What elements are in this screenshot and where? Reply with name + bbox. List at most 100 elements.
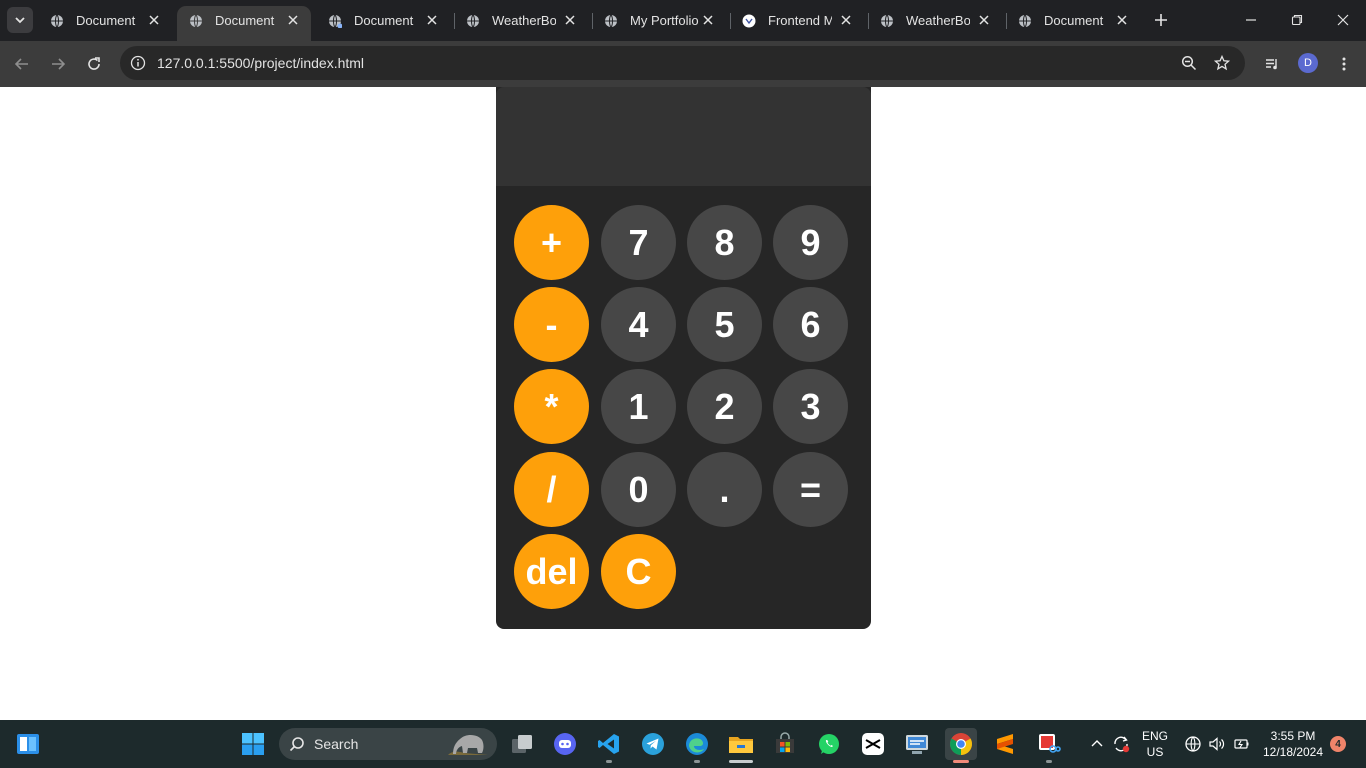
forward-button[interactable] (46, 52, 70, 76)
close-tab-button[interactable] (285, 12, 301, 28)
eight-key[interactable]: 8 (687, 205, 762, 280)
running-indicator (606, 760, 612, 763)
media-controls-button[interactable] (1260, 52, 1284, 76)
bookmark-button[interactable] (1212, 53, 1232, 73)
browser-menu-button[interactable] (1332, 52, 1356, 76)
five-key[interactable]: 5 (687, 287, 762, 362)
whatsapp-app-button[interactable] (813, 728, 845, 760)
sublime-text-icon (997, 734, 1013, 754)
file-explorer-app-button[interactable] (725, 728, 757, 763)
task-view-icon (512, 735, 532, 753)
clock-time[interactable]: 3:55 PM (1258, 729, 1328, 743)
site-info-button[interactable] (128, 53, 148, 73)
browser-tab[interactable]: My Portfolio (592, 6, 726, 36)
more-vert-icon (1342, 57, 1346, 71)
browser-tab[interactable]: WeatherBot (868, 6, 1002, 36)
discord-app-button[interactable] (549, 728, 581, 760)
volume-button[interactable] (1206, 728, 1228, 760)
browser-tab-active[interactable]: Document (177, 6, 311, 41)
snipping-tool-app-button[interactable] (1033, 728, 1065, 763)
telegram-app-button[interactable] (637, 728, 669, 760)
browser-tab[interactable]: Document (316, 6, 450, 36)
clear-key[interactable]: C (601, 534, 676, 609)
input-region[interactable]: US (1138, 745, 1172, 759)
close-icon (565, 15, 575, 25)
chrome-app-button[interactable] (945, 728, 977, 763)
close-tab-button[interactable] (1114, 12, 1130, 28)
tab-title: Document (354, 13, 414, 28)
start-button[interactable] (237, 728, 269, 760)
two-key[interactable]: 2 (687, 369, 762, 444)
clock-date[interactable]: 12/18/2024 (1258, 745, 1328, 759)
edge-app-button[interactable] (681, 728, 713, 763)
minus-key[interactable]: - (514, 287, 589, 362)
divide-key[interactable]: / (514, 452, 589, 527)
sync-status-button[interactable] (1108, 728, 1134, 760)
browser-tab[interactable]: WeatherBot (454, 6, 588, 36)
plus-key[interactable]: + (514, 205, 589, 280)
close-icon (149, 15, 159, 25)
browser-tab[interactable]: Frontend Me (730, 6, 864, 36)
three-key[interactable]: 3 (773, 369, 848, 444)
vscode-app-button[interactable] (593, 728, 625, 763)
close-window-button[interactable] (1333, 10, 1353, 30)
zoom-out-icon (1181, 55, 1197, 71)
close-tab-button[interactable] (976, 12, 992, 28)
equals-key[interactable]: = (773, 452, 848, 527)
url-host: 127.0.0.1 (157, 55, 216, 71)
folder-icon (729, 737, 753, 753)
discord-icon (554, 733, 576, 755)
four-key[interactable]: 4 (601, 287, 676, 362)
task-view-button[interactable] (506, 728, 538, 760)
close-tab-button[interactable] (838, 12, 854, 28)
one-key[interactable]: 1 (601, 369, 676, 444)
nine-key[interactable]: 9 (773, 205, 848, 280)
git-bash-app-button[interactable] (989, 728, 1021, 760)
calculator-display (496, 87, 871, 186)
close-tab-button[interactable] (146, 12, 162, 28)
close-tab-button[interactable] (562, 12, 578, 28)
browser-tab[interactable]: Document (1006, 6, 1140, 36)
six-key[interactable]: 6 (773, 287, 848, 362)
decimal-key[interactable]: . (687, 452, 762, 527)
close-icon (288, 15, 298, 25)
capcut-app-button[interactable] (857, 728, 889, 760)
zero-key[interactable]: 0 (601, 452, 676, 527)
network-button[interactable] (1182, 728, 1204, 760)
store-app-button[interactable] (769, 728, 801, 760)
chrome-icon (950, 733, 972, 755)
tab-title: My Portfolio (630, 13, 699, 28)
widgets-icon (17, 734, 39, 754)
minimize-button[interactable] (1241, 10, 1261, 30)
back-button[interactable] (10, 52, 34, 76)
tab-title: WeatherBot (492, 13, 556, 28)
chevron-up-icon (1091, 740, 1103, 747)
battery-button[interactable] (1230, 728, 1252, 760)
zoom-button[interactable] (1179, 53, 1199, 73)
notification-badge[interactable]: 4 (1330, 736, 1346, 752)
seven-key[interactable]: 7 (601, 205, 676, 280)
control-panel-app-button[interactable] (901, 728, 933, 760)
url-text[interactable]: 127.0.0.1:5500/project/index.html (157, 55, 364, 71)
reload-button[interactable] (82, 52, 106, 76)
close-tab-button[interactable] (424, 12, 440, 28)
widgets-button[interactable] (12, 728, 44, 760)
delete-key[interactable]: del (514, 534, 589, 609)
snipping-tool-icon (1039, 734, 1061, 753)
address-bar[interactable]: 127.0.0.1:5500/project/index.html (120, 46, 1245, 80)
browser-tab[interactable]: Document (38, 6, 172, 36)
taskbar-search[interactable]: Search (279, 728, 497, 760)
close-icon (703, 15, 713, 25)
restore-button[interactable] (1287, 10, 1307, 30)
running-indicator (694, 760, 700, 763)
tab-search-button[interactable] (7, 7, 33, 33)
input-language[interactable]: ENG (1138, 729, 1172, 743)
edge-icon (686, 733, 708, 755)
close-tab-button[interactable] (700, 12, 716, 28)
profile-avatar[interactable]: D (1298, 53, 1318, 73)
calculator: + 7 8 9 - 4 5 6 * 1 2 3 / 0 . = del C (496, 87, 871, 629)
globe-icon (51, 14, 63, 28)
show-hidden-icons-button[interactable] (1087, 728, 1107, 760)
multiply-key[interactable]: * (514, 369, 589, 444)
new-tab-button[interactable] (1151, 10, 1171, 30)
